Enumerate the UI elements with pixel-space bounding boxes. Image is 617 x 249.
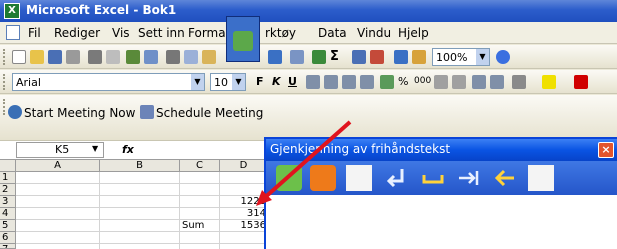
annotation-arrow [256, 120, 352, 206]
